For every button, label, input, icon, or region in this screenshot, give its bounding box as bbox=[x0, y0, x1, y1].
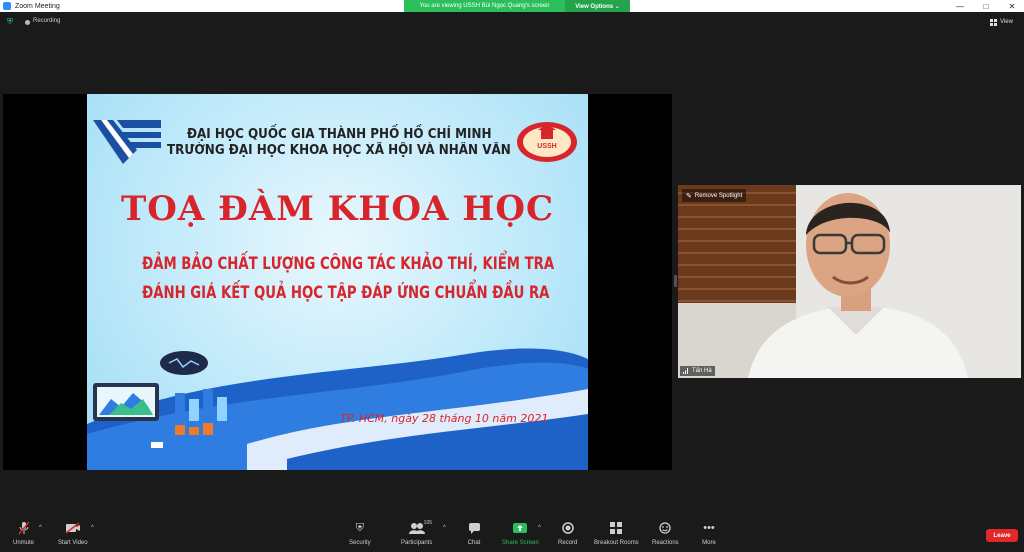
data-chart-illustration-icon bbox=[93, 351, 227, 449]
ussh-seal-icon: USSH bbox=[517, 122, 577, 162]
recording-label: Recording bbox=[33, 18, 61, 24]
record-button[interactable]: Record bbox=[558, 521, 577, 546]
record-icon bbox=[559, 521, 577, 535]
view-button[interactable]: View bbox=[990, 16, 1020, 28]
breakout-rooms-icon bbox=[607, 521, 625, 535]
reactions-button[interactable]: Reactions bbox=[652, 521, 679, 546]
slide-title: TOẠ ĐÀM KHOA HỌC bbox=[120, 189, 554, 229]
slide-subtitle-line-2: ĐÁNH GIÁ KẾT QUẢ HỌC TẬP ĐÁP ỨNG CHUẨN Đ… bbox=[142, 283, 550, 303]
unmute-button[interactable]: Unmute bbox=[13, 521, 34, 546]
participants-options-chevron-icon[interactable]: ^ bbox=[443, 525, 446, 531]
zoom-meeting-window: Zoom Meeting — □ ✕ You are viewing USSH … bbox=[0, 0, 1024, 552]
leave-button[interactable]: Leave bbox=[986, 529, 1018, 542]
unmute-label: Unmute bbox=[13, 540, 35, 546]
more-dots-icon: ••• bbox=[703, 522, 715, 534]
record-label: Record bbox=[558, 540, 578, 546]
presentation-slide: ĐẠI HỌC QUỐC GIA THÀNH PHỐ HỒ CHÍ MINH T… bbox=[87, 94, 588, 470]
slide-subtitle-line-1: ĐẢM BẢO CHẤT LƯỢNG CÔNG TÁC KHẢO THÍ, KI… bbox=[142, 254, 555, 274]
participant-name: Tấn Hà bbox=[692, 368, 712, 374]
breakout-rooms-button[interactable]: Breakout Rooms bbox=[594, 521, 639, 546]
share-options-chevron-icon[interactable]: ^ bbox=[538, 525, 541, 531]
video-options-chevron-icon[interactable]: ^ bbox=[91, 525, 94, 531]
meeting-toolbar: Unmute ^ Start Video ^ ⛨ Security 105 Pa… bbox=[0, 517, 1024, 552]
share-screen-label: Share Screen bbox=[502, 540, 539, 546]
slide-date: TP. HCM, ngày 28 tháng 10 năm 2021 bbox=[340, 412, 549, 425]
maximize-button[interactable]: □ bbox=[974, 0, 998, 12]
share-screen-button[interactable]: Share Screen bbox=[502, 521, 539, 546]
participants-icon: 105 bbox=[408, 520, 432, 535]
participants-label: Participants bbox=[401, 540, 433, 546]
viewing-banner: You are viewing USSH Bùi Ngọc Quang's sc… bbox=[404, 0, 630, 12]
security-button[interactable]: ⛨ Security bbox=[349, 521, 371, 547]
minimize-button[interactable]: — bbox=[948, 0, 972, 12]
security-label: Security bbox=[349, 540, 371, 546]
seal-text: USSH bbox=[537, 143, 556, 150]
breakout-rooms-label: Breakout Rooms bbox=[594, 540, 639, 546]
spotlight-video-tile[interactable]: ✎ Remove Spotlight Tấn Hà bbox=[678, 185, 1021, 378]
more-label: More bbox=[702, 540, 716, 546]
chat-label: Chat bbox=[467, 540, 481, 546]
shield-icon[interactable]: ⛨ bbox=[7, 18, 15, 26]
view-label: View bbox=[1000, 19, 1013, 25]
participant-name-tag: Tấn Hà bbox=[680, 366, 715, 376]
participant-video-feed bbox=[678, 185, 1021, 378]
share-screen-icon bbox=[511, 521, 529, 535]
zoom-app-icon bbox=[3, 2, 11, 10]
recording-icon bbox=[25, 20, 30, 25]
remove-spotlight-button[interactable]: ✎ Remove Spotlight bbox=[682, 189, 747, 202]
audio-options-chevron-icon[interactable]: ^ bbox=[39, 525, 42, 531]
grid-icon bbox=[990, 18, 997, 26]
smiley-icon bbox=[656, 521, 674, 535]
shared-screen[interactable]: ĐẠI HỌC QUỐC GIA THÀNH PHỐ HỒ CHÍ MINH T… bbox=[3, 94, 672, 470]
security-shield-icon: ⛨ bbox=[355, 521, 364, 534]
window-title: Zoom Meeting bbox=[15, 2, 60, 10]
participants-count: 105 bbox=[423, 520, 433, 526]
university-line-2: TRƯỜNG ĐẠI HỌC KHOA HỌC XÃ HỘI VÀ NHÂN V… bbox=[167, 143, 511, 158]
vnu-logo-icon bbox=[93, 120, 161, 164]
resize-handle[interactable] bbox=[674, 275, 677, 287]
viewing-label: You are viewing USSH Bùi Ngọc Quang's sc… bbox=[404, 0, 565, 12]
reactions-label: Reactions bbox=[652, 540, 679, 546]
more-button[interactable]: ••• More bbox=[700, 521, 718, 546]
start-video-button[interactable]: Start Video bbox=[58, 521, 88, 546]
pin-icon: ✎ bbox=[686, 192, 692, 200]
remove-spotlight-label: Remove Spotlight bbox=[694, 192, 743, 199]
video-off-icon bbox=[64, 521, 82, 535]
university-line-1: ĐẠI HỌC QUỐC GIA THÀNH PHỐ HỒ CHÍ MINH bbox=[187, 127, 492, 142]
muted-microphone-icon bbox=[15, 521, 33, 535]
participants-button[interactable]: 105 Participants bbox=[401, 520, 433, 546]
chat-button[interactable]: Chat bbox=[465, 521, 483, 546]
close-button[interactable]: ✕ bbox=[1000, 0, 1024, 12]
signal-strength-icon bbox=[683, 368, 689, 374]
start-video-label: Start Video bbox=[58, 540, 88, 546]
status-row: ⛨ Recording View bbox=[0, 15, 1024, 29]
view-options-button[interactable]: View Options ⌄ bbox=[565, 0, 630, 12]
chat-bubble-icon bbox=[465, 521, 483, 535]
